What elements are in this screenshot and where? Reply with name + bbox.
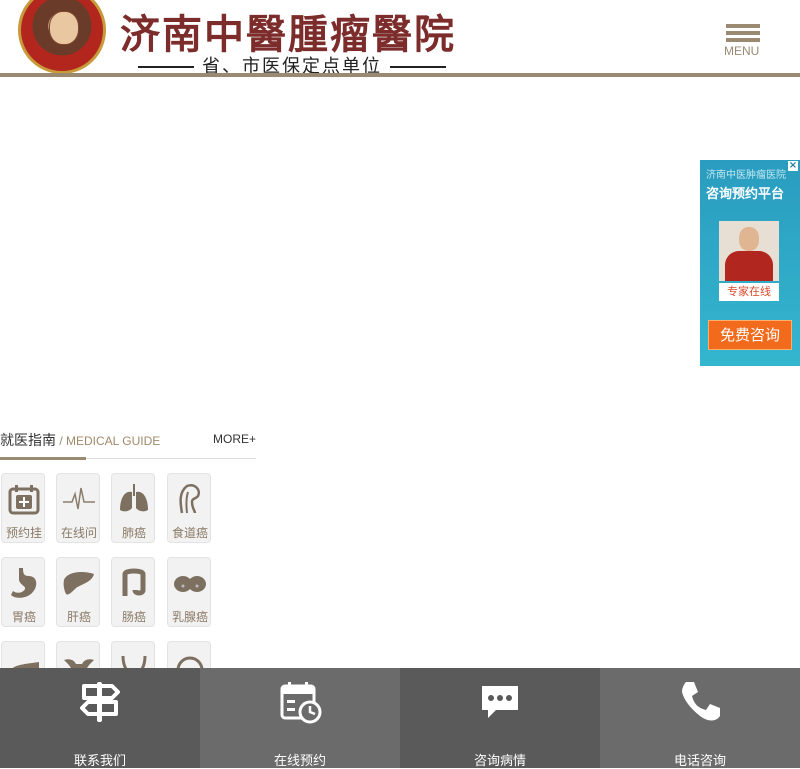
menu-button[interactable]: MENU	[722, 22, 762, 62]
guide-tile-label: 在线问专家	[60, 526, 97, 540]
phone-icon	[682, 682, 720, 721]
subtitle-dash-left	[138, 66, 194, 68]
widget-platform-title: 咨询预约平台	[706, 187, 785, 202]
expert-online-label: 专家在线	[719, 283, 779, 301]
expert-head	[739, 227, 759, 251]
guide-tile-label: 肠癌	[121, 610, 146, 624]
liver-icon	[63, 572, 94, 595]
nav-contact-us[interactable]: 联系我们	[0, 668, 200, 769]
nav-label: 联系我们	[73, 754, 126, 769]
bottom-navigation: 联系我们 在线预约 咨询病情 电话咨询	[0, 668, 800, 769]
nav-label: 咨询病情	[473, 754, 526, 769]
medical-guide-header: 就医指南 / MEDICAL GUIDE MORE+	[0, 428, 256, 460]
nav-label: 电话咨询	[673, 754, 726, 769]
guide-tile-ask-expert[interactable]: 在线问专家	[56, 473, 100, 543]
menu-bar-icon	[726, 38, 760, 42]
guide-title: 就医指南 / MEDICAL GUIDE	[0, 430, 160, 450]
consult-widget[interactable]: × 济南中医肿瘤医院 咨询预约平台 专家在线 免费咨询	[700, 160, 800, 366]
chat-bubble-icon	[482, 686, 518, 718]
portrait-face	[49, 11, 79, 45]
guide-tile-stomach-cancer[interactable]: 胃癌	[1, 557, 45, 627]
widget-hospital-name: 济南中医肿瘤医院	[706, 170, 786, 181]
guide-tile-esophageal-cancer[interactable]: 食道癌	[167, 473, 211, 543]
logo-portrait[interactable]	[18, 0, 106, 74]
guide-tile-appointment[interactable]: 预约挂号	[1, 473, 45, 543]
lungs-icon	[120, 484, 148, 512]
guide-tile-label: 预约挂号	[5, 526, 42, 540]
close-icon[interactable]: ×	[788, 161, 798, 171]
expert-photo	[719, 221, 779, 281]
header-divider	[0, 73, 800, 77]
guide-tile-breast-cancer[interactable]: 乳腺癌	[167, 557, 211, 627]
subtitle-dash-right	[390, 66, 446, 68]
calendar-plus-icon	[8, 485, 40, 515]
guide-tile-label: 肝癌	[66, 610, 91, 624]
stomach-icon	[11, 568, 37, 598]
breast-icon	[174, 576, 206, 592]
menu-bar-icon	[726, 24, 760, 28]
guide-tile-label: 乳腺癌	[171, 610, 208, 624]
signpost-icon	[80, 682, 120, 722]
guide-title-sep: /	[56, 434, 67, 448]
guide-tile-liver-cancer[interactable]: 肝癌	[56, 557, 100, 627]
calendar-clock-icon	[280, 682, 322, 724]
guide-tile-label: 胃癌	[11, 610, 36, 624]
guide-tile-colon-cancer[interactable]: 肠癌	[111, 557, 155, 627]
guide-divider-accent	[0, 457, 86, 460]
guide-tile-label: 肺癌	[121, 526, 146, 540]
guide-title-en: MEDICAL GUIDE	[66, 434, 161, 448]
site-header: 济南中醫腫瘤醫院 省、市医保定点单位 MENU	[0, 0, 800, 77]
menu-bar-icon	[726, 31, 760, 35]
expert-body	[725, 251, 773, 281]
menu-label: MENU	[724, 44, 760, 58]
nav-consult-condition[interactable]: 咨询病情	[400, 668, 600, 769]
nav-online-booking[interactable]: 在线预约	[200, 668, 400, 769]
guide-more-link[interactable]: MORE+	[213, 432, 256, 446]
guide-tile-lung-cancer[interactable]: 肺癌	[111, 473, 155, 543]
nav-label: 在线预约	[273, 754, 326, 769]
guide-tile-label: 食道癌	[171, 526, 208, 540]
esophagus-icon	[179, 484, 200, 514]
heartbeat-icon	[63, 487, 95, 510]
nav-phone-consult[interactable]: 电话咨询	[600, 668, 800, 769]
intestine-icon	[122, 568, 146, 596]
guide-title-cn: 就医指南	[0, 433, 56, 449]
free-consult-button[interactable]: 免费咨询	[708, 320, 792, 350]
